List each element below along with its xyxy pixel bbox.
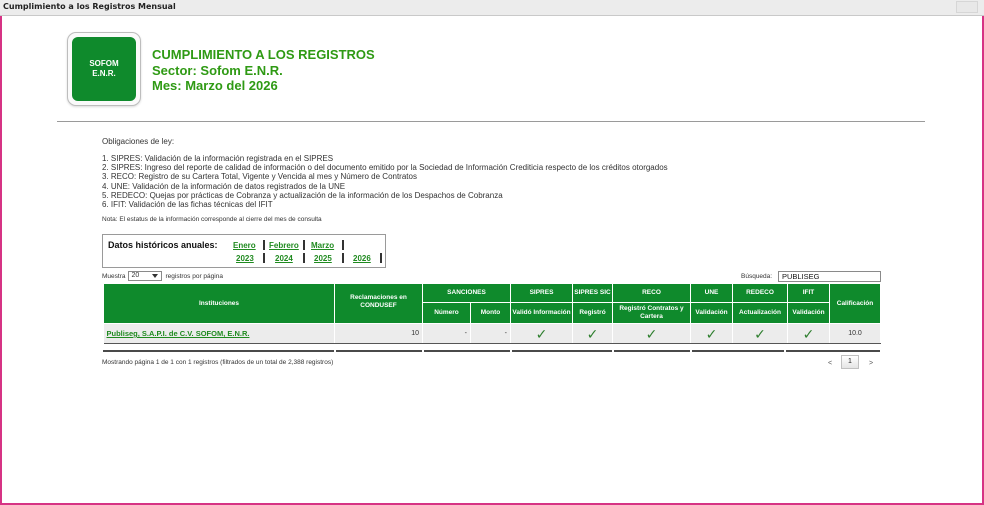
logo-line-1: SOFOM: [89, 59, 119, 68]
table-footer-line: [103, 350, 334, 352]
search-label: Búsqueda:: [741, 273, 773, 280]
obligations-section: Obligaciones de ley: 1. SIPRES: Validaci…: [102, 137, 668, 209]
page-1-button[interactable]: 1: [841, 355, 859, 369]
separator: [342, 240, 344, 250]
table-row: Publiseg, S.A.P.I. de C.V. SOFOM, E.N.R.…: [103, 323, 881, 344]
table-footer-line: [336, 350, 422, 352]
page-length-control: Muestra 20 registros por página: [102, 271, 223, 281]
cell-numero: -: [422, 323, 471, 344]
check-icon: ✓: [535, 325, 548, 342]
historical-data-box: Datos históricos anuales: Enero Febrero …: [102, 234, 386, 268]
previous-page-button[interactable]: <: [828, 360, 832, 367]
month-label: Mes: Marzo del 2026: [152, 78, 278, 93]
check-icon: ✓: [645, 325, 658, 342]
cell-sipres-sic: ✓: [572, 323, 613, 344]
compliance-table: Instituciones Reclamaciones en CONDUSEF …: [103, 283, 881, 344]
historical-label: Datos históricos anuales:: [108, 240, 218, 250]
search-input[interactable]: PUBLISEG: [778, 271, 881, 282]
separator: [303, 240, 305, 250]
sector-logo: SOFOM E.N.R.: [67, 32, 141, 106]
check-icon: ✓: [754, 325, 766, 342]
header-registro-contratos[interactable]: Registró Contratos y Cartera: [612, 302, 691, 324]
logo-line-2: E.N.R.: [92, 69, 116, 78]
cell-sipres: ✓: [510, 323, 573, 344]
header-ifit: IFIT: [787, 283, 830, 303]
header-valido-informacion[interactable]: Validó Información: [510, 302, 573, 324]
window-title: Cumplimiento a los Registros Mensual: [3, 2, 176, 11]
year-link-2026[interactable]: 2026: [353, 254, 371, 263]
obligation-item: 2. SIPRES: Ingreso del reporte de calida…: [102, 163, 668, 173]
separator: [342, 253, 344, 263]
header-reclamaciones[interactable]: Reclamaciones en CONDUSEF: [334, 283, 423, 324]
header-registro[interactable]: Registró: [572, 302, 613, 324]
header-redeco: REDECO: [732, 283, 788, 303]
page-heading: CUMPLIMIENTO A LOS REGISTROS Sector: Sof…: [152, 47, 375, 94]
obligation-item: 1. SIPRES: Validación de la información …: [102, 154, 334, 163]
separator: [380, 253, 382, 263]
table-footer-line: [614, 350, 690, 352]
page-length-select[interactable]: 20: [128, 271, 163, 281]
header-numero[interactable]: Número: [422, 302, 471, 324]
consult-note: Nota: El estatus de la información corre…: [102, 216, 322, 223]
table-footer-line: [424, 350, 510, 352]
obligation-item: 4. UNE: Validación de la información de …: [102, 181, 346, 191]
month-link-marzo[interactable]: Marzo: [311, 241, 334, 250]
month-link-enero[interactable]: Enero: [233, 241, 256, 250]
header-sipres: SIPRES: [510, 283, 573, 303]
page-title: CUMPLIMIENTO A LOS REGISTROS: [152, 47, 375, 62]
check-icon: ✓: [802, 325, 815, 342]
cell-ifit: ✓: [787, 323, 830, 344]
check-icon: ✓: [586, 325, 599, 342]
page-length-suffix: registros por página: [165, 272, 223, 280]
cell-redeco: ✓: [732, 323, 788, 344]
obligations-intro: Obligaciones de ley:: [102, 137, 175, 146]
header-une-validacion[interactable]: Validación: [690, 302, 733, 324]
table-footer-line: [512, 350, 612, 352]
header-ifit-validacion[interactable]: Validación: [787, 302, 830, 324]
header-calificacion[interactable]: Calificación: [829, 283, 881, 324]
institution-link[interactable]: Publiseg, S.A.P.I. de C.V. SOFOM, E.N.R.: [107, 329, 250, 338]
cell-institucion: Publiseg, S.A.P.I. de C.V. SOFOM, E.N.R.: [103, 323, 335, 344]
window-titlebar: Cumplimiento a los Registros Mensual: [0, 0, 984, 16]
year-link-2023[interactable]: 2023: [236, 254, 254, 263]
month-link-febrero[interactable]: Febrero: [269, 241, 299, 250]
obligation-item: 3. RECO: Registro de su Cartera Total, V…: [102, 172, 417, 182]
check-icon: ✓: [705, 325, 718, 342]
separator: [263, 253, 265, 263]
sector-label: Sector: Sofom E.N.R.: [152, 62, 283, 78]
cell-reclamaciones: 10: [334, 323, 423, 344]
cell-calificacion: 10.0: [829, 323, 881, 344]
header-reco: RECO: [612, 283, 691, 303]
header-sipres-sic: SIPRES SIC: [572, 283, 613, 303]
close-button[interactable]: [956, 1, 978, 13]
table-footer-line: [692, 350, 784, 352]
cell-reco: ✓: [612, 323, 691, 344]
next-page-button[interactable]: >: [869, 360, 873, 367]
header-instituciones[interactable]: Instituciones: [103, 283, 335, 324]
cell-monto: -: [470, 323, 511, 344]
header-monto[interactable]: Monto: [470, 302, 511, 324]
table-info: Mostrando página 1 de 1 con 1 registros …: [102, 359, 334, 366]
header-actualizacion[interactable]: Actualización: [732, 302, 788, 324]
header-une: UNE: [690, 283, 733, 303]
page-length-prefix: Muestra: [102, 272, 126, 280]
separator: [263, 240, 265, 250]
header-sanciones: SANCIONES: [422, 283, 511, 303]
obligation-item: 6. IFIT: Validación de las fichas técnic…: [102, 200, 273, 210]
table-footer-line: [786, 350, 880, 352]
divider: [57, 121, 925, 122]
obligation-item: 5. REDECO: Quejas por prácticas de Cobra…: [102, 190, 503, 200]
obligations-list: 1. SIPRES: Validación de la información …: [102, 154, 668, 209]
cell-une: ✓: [690, 323, 733, 344]
separator: [303, 253, 305, 263]
year-link-2025[interactable]: 2025: [314, 254, 332, 263]
year-link-2024[interactable]: 2024: [275, 254, 293, 263]
